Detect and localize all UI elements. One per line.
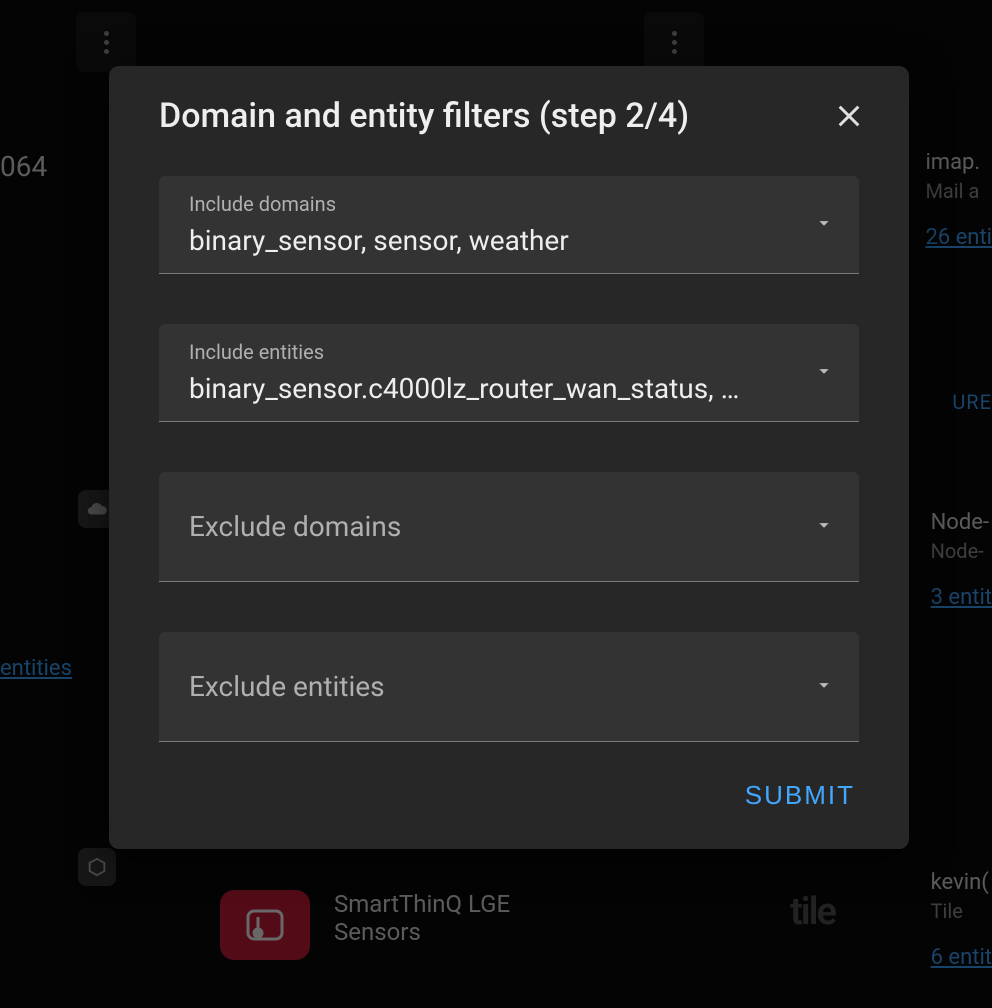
field-label: Exclude domains [189,510,813,543]
dialog-footer: SUBMIT [109,752,909,839]
field-label: Include domains [189,192,813,216]
include-entities-select[interactable]: Include entities binary_sensor.c4000lz_r… [159,324,859,422]
dialog-header: Domain and entity filters (step 2/4) [109,66,909,146]
close-button[interactable] [829,96,869,136]
chevron-down-icon [813,674,835,700]
submit-button[interactable]: SUBMIT [741,772,859,819]
field-value: binary_sensor, sensor, weather [189,224,749,257]
dialog-body: Include domains binary_sensor, sensor, w… [109,146,909,752]
close-icon [835,102,863,130]
filter-dialog: Domain and entity filters (step 2/4) Inc… [109,66,909,849]
chevron-down-icon [813,212,835,238]
field-value: binary_sensor.c4000lz_router_wan_status,… [189,372,749,405]
exclude-entities-select[interactable]: Exclude entities [159,632,859,742]
exclude-domains-select[interactable]: Exclude domains [159,472,859,582]
dialog-title: Domain and entity filters (step 2/4) [159,96,689,136]
field-label: Include entities [189,340,813,364]
include-domains-select[interactable]: Include domains binary_sensor, sensor, w… [159,176,859,274]
chevron-down-icon [813,360,835,386]
chevron-down-icon [813,514,835,540]
field-label: Exclude entities [189,670,813,703]
